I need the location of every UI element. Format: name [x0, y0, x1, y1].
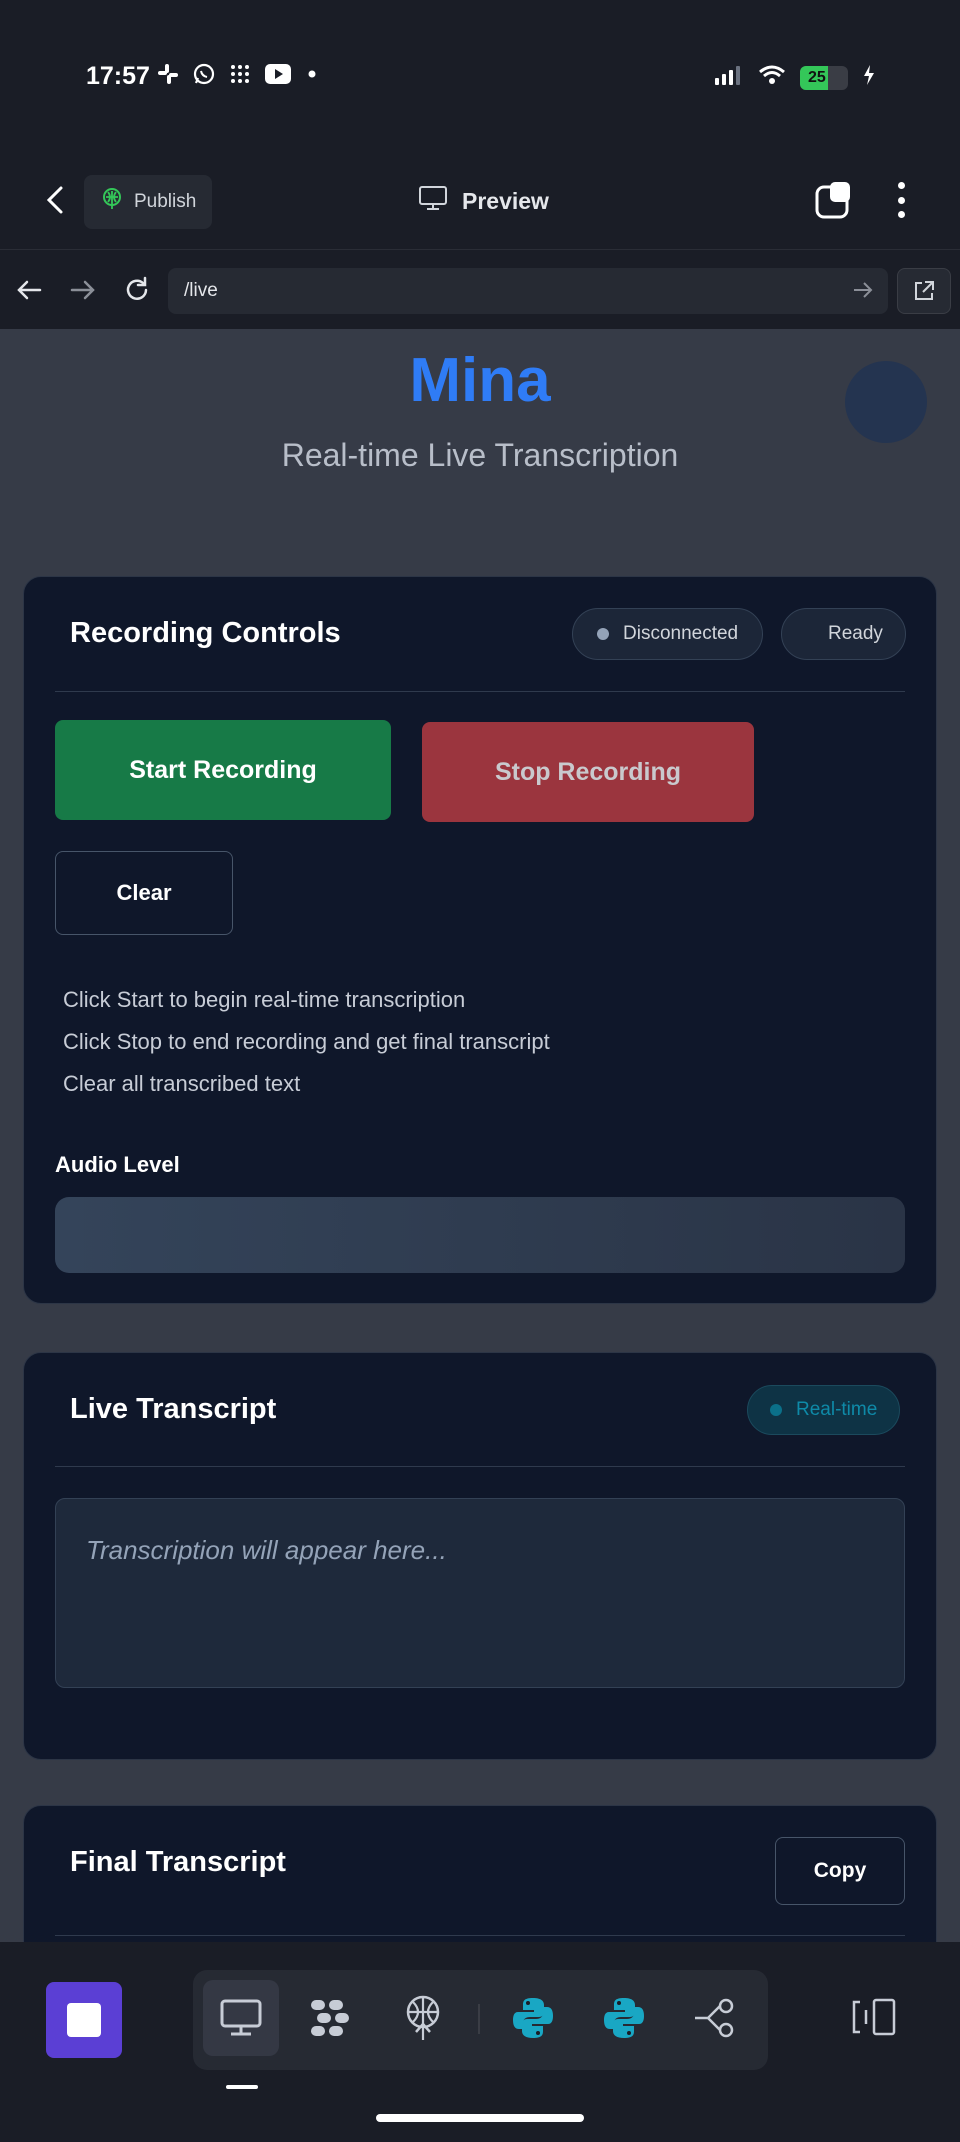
webview-tool-icon[interactable]: [203, 1980, 279, 2056]
reload-icon[interactable]: [120, 273, 154, 307]
recording-controls-title: Recording Controls: [70, 617, 341, 649]
preview-tab[interactable]: Preview: [418, 185, 549, 217]
stop-recording-button[interactable]: Stop Recording: [422, 722, 754, 822]
dot-icon: [304, 66, 320, 87]
final-transcript-card: Final Transcript Copy: [23, 1805, 937, 1942]
status-dot-icon: [770, 1404, 782, 1416]
page-subtitle: Real-time Live Transcription: [281, 437, 679, 473]
realtime-badge-text: Real-time: [796, 1399, 878, 1420]
status-time: 17:57: [86, 62, 150, 90]
preview-content: Mina Real-time Live Transcription Record…: [0, 329, 960, 1942]
app-header: Publish Preview: [0, 150, 960, 250]
charging-icon: [862, 64, 876, 91]
wifi-icon: [758, 64, 786, 91]
tool-group: [193, 1970, 768, 2070]
go-arrow-icon[interactable]: [852, 280, 874, 306]
final-transcript-title: Final Transcript: [70, 1846, 286, 1878]
chevron-left-icon: [46, 186, 63, 214]
status-bar: 17:57 25: [0, 0, 960, 150]
live-transcript-card: Live Transcript Real-time Transcription …: [23, 1352, 937, 1760]
hint-stop: Click Stop to end recording and get fina…: [63, 1029, 550, 1054]
audio-level-label: Audio Level: [55, 1152, 180, 1177]
youtube-icon: [264, 63, 292, 90]
active-tab-indicator: [226, 2085, 258, 2089]
stop-icon: [67, 2003, 101, 2037]
live-transcript-area[interactable]: Transcription will appear here...: [55, 1498, 905, 1688]
status-dot-icon: [597, 628, 609, 640]
tabs-icon[interactable]: [814, 180, 854, 220]
notification-icons: [156, 62, 320, 91]
hint-clear: Clear all transcribed text: [63, 1071, 301, 1096]
connection-status-text: Disconnected: [623, 623, 739, 644]
slack-icon: [156, 62, 180, 91]
python-icon[interactable]: [586, 1980, 662, 2056]
clear-button[interactable]: Clear: [55, 851, 233, 935]
url-input[interactable]: /live: [168, 268, 888, 314]
live-transcript-title: Live Transcript: [70, 1393, 277, 1425]
divider: [55, 1466, 905, 1467]
python-icon[interactable]: [495, 1980, 571, 2056]
publish-icon: [100, 187, 124, 217]
connection-status-badge: Disconnected: [572, 608, 764, 660]
hint-start: Click Start to begin real-time transcrip…: [63, 987, 466, 1012]
nav-back-icon[interactable]: [12, 273, 46, 307]
publish-label: Publish: [134, 191, 197, 212]
start-recording-button[interactable]: Start Recording: [55, 720, 391, 820]
stop-run-button[interactable]: [46, 1982, 122, 2058]
copy-button[interactable]: Copy: [775, 1837, 905, 1905]
preview-label: Preview: [462, 187, 549, 214]
workflow-icon[interactable]: [677, 1980, 753, 2056]
battery-level: 25: [808, 68, 826, 86]
toolbar-separator: [478, 2004, 480, 2034]
recording-controls-card: Recording Controls Disconnected Ready St…: [23, 576, 937, 1304]
signal-icon: [714, 64, 744, 91]
transcript-placeholder: Transcription will appear here...: [86, 1535, 447, 1565]
url-text: /live: [184, 280, 218, 301]
open-external-button[interactable]: [897, 268, 951, 314]
external-link-icon: [915, 281, 934, 300]
ready-status-badge: Ready: [781, 608, 906, 660]
divider: [55, 691, 905, 692]
bottom-toolbar: [0, 1942, 960, 2142]
home-indicator[interactable]: [376, 2114, 584, 2122]
system-icons: 25: [714, 64, 876, 91]
deploy-icon[interactable]: [385, 1980, 461, 2056]
battery-icon: 25: [800, 65, 848, 90]
back-button[interactable]: [36, 180, 74, 220]
monitor-icon: [418, 185, 448, 217]
grid-app-icon: [228, 62, 252, 91]
realtime-badge: Real-time: [747, 1385, 901, 1435]
avatar[interactable]: [845, 361, 927, 443]
ready-status-text: Ready: [828, 623, 883, 644]
dots-pattern-icon[interactable]: [293, 1980, 369, 2056]
url-bar: /live: [0, 251, 960, 329]
nav-forward-icon[interactable]: [66, 273, 100, 307]
audio-level-meter: [55, 1197, 905, 1273]
whatsapp-icon: [192, 62, 216, 91]
divider: [55, 1935, 905, 1936]
publish-button[interactable]: Publish: [84, 175, 212, 229]
brand-title: Mina: [409, 346, 551, 415]
more-menu-icon[interactable]: [886, 180, 916, 220]
panel-toggle-icon[interactable]: [850, 1996, 898, 2043]
